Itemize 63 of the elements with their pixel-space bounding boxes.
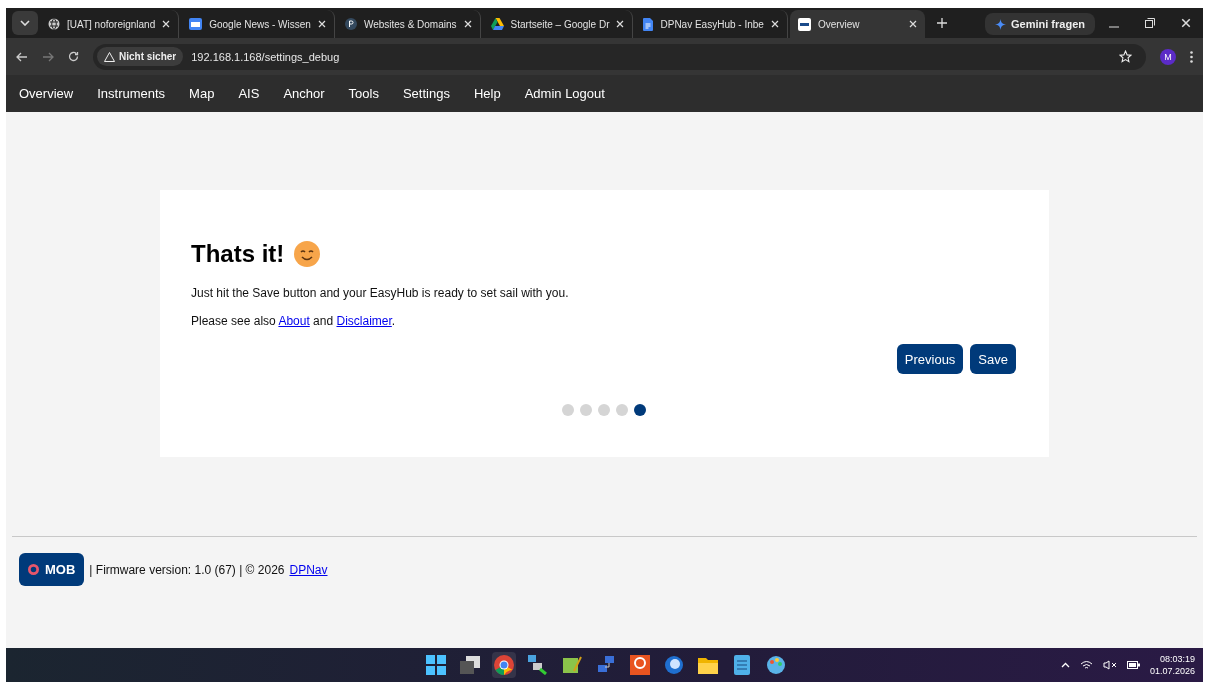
save-button[interactable]: Save — [970, 344, 1016, 374]
triangle-icon — [490, 18, 504, 30]
firmware-text: | Firmware version: 1.0 (67) | © 2026 — [89, 562, 285, 577]
nav-link[interactable]: Admin Logout — [524, 86, 605, 101]
address-field[interactable]: Nicht sicher 192.168.1.168/settings_debug — [93, 43, 1146, 70]
disclaimer-link[interactable]: Disclaimer — [336, 314, 392, 328]
step-dot[interactable] — [579, 404, 592, 416]
warning-icon — [104, 51, 115, 62]
menu-icon[interactable] — [1190, 50, 1193, 63]
previous-button[interactable]: Previous — [896, 344, 964, 374]
clock[interactable]: 08:03:19 01.07.2026 — [1149, 653, 1195, 677]
close-icon[interactable] — [317, 20, 326, 28]
document-icon — [643, 17, 654, 31]
app-icon[interactable] — [628, 652, 652, 678]
star-icon[interactable] — [1119, 50, 1132, 63]
sparkle-icon — [995, 18, 1007, 30]
security-chip[interactable]: Nicht sicher — [97, 47, 184, 66]
step-dot[interactable] — [615, 404, 628, 416]
news-icon — [189, 18, 203, 30]
nav-link[interactable]: Instruments — [97, 86, 166, 101]
nav-link[interactable]: Map — [189, 86, 215, 101]
profile-avatar[interactable]: M — [1160, 48, 1176, 65]
text-line: Just hit the Save button and your EasyHub is ready to set sail with you. — [191, 286, 570, 300]
circle-icon — [344, 18, 357, 30]
windows-icon[interactable] — [424, 652, 448, 678]
close-icon[interactable] — [770, 20, 779, 28]
chevron-down-icon — [20, 20, 30, 26]
step-dot[interactable] — [597, 404, 610, 416]
nav-link[interactable]: Tools — [348, 86, 379, 101]
dpnav-link[interactable]: DPNav — [289, 562, 328, 577]
mob-button[interactable]: MOB — [19, 553, 85, 586]
chevron-up-icon[interactable] — [1060, 662, 1070, 668]
nav-link[interactable]: Anchor — [283, 86, 325, 101]
smiley-icon — [294, 241, 321, 267]
heading: Thats it! — [191, 240, 285, 268]
back-icon[interactable] — [16, 51, 28, 62]
restore-icon[interactable] — [1145, 18, 1155, 28]
forward-icon[interactable] — [42, 51, 54, 62]
close-icon[interactable] — [162, 20, 171, 28]
close-icon[interactable] — [1181, 18, 1191, 28]
nav-link[interactable]: Settings — [402, 86, 450, 101]
about-link[interactable]: About — [278, 314, 310, 328]
tab-list-button[interactable] — [12, 11, 38, 35]
gemini-button[interactable]: Gemini fragen — [985, 13, 1095, 35]
close-icon[interactable] — [616, 20, 625, 28]
battery-icon[interactable] — [1126, 661, 1140, 669]
nav-link[interactable]: Help — [473, 86, 501, 101]
close-icon[interactable] — [463, 20, 472, 28]
lifebuoy-icon — [28, 564, 39, 575]
site-icon — [797, 17, 811, 31]
plus-icon[interactable] — [936, 18, 947, 28]
nav-link[interactable]: Overview — [19, 86, 74, 101]
step-dot[interactable] — [633, 404, 646, 416]
nav-link[interactable]: AIS — [238, 86, 260, 101]
text-line: Please see also About and Disclaimer. — [191, 314, 397, 328]
close-icon[interactable] — [908, 20, 917, 28]
muted-speaker-icon[interactable] — [1102, 660, 1117, 670]
step-dot[interactable] — [561, 404, 574, 416]
browser-tab[interactable]: Overview — [789, 10, 925, 38]
browser-icon[interactable] — [492, 652, 516, 678]
globe-icon — [48, 18, 60, 30]
wifi-icon[interactable] — [1079, 660, 1093, 670]
reload-icon[interactable] — [68, 51, 79, 62]
